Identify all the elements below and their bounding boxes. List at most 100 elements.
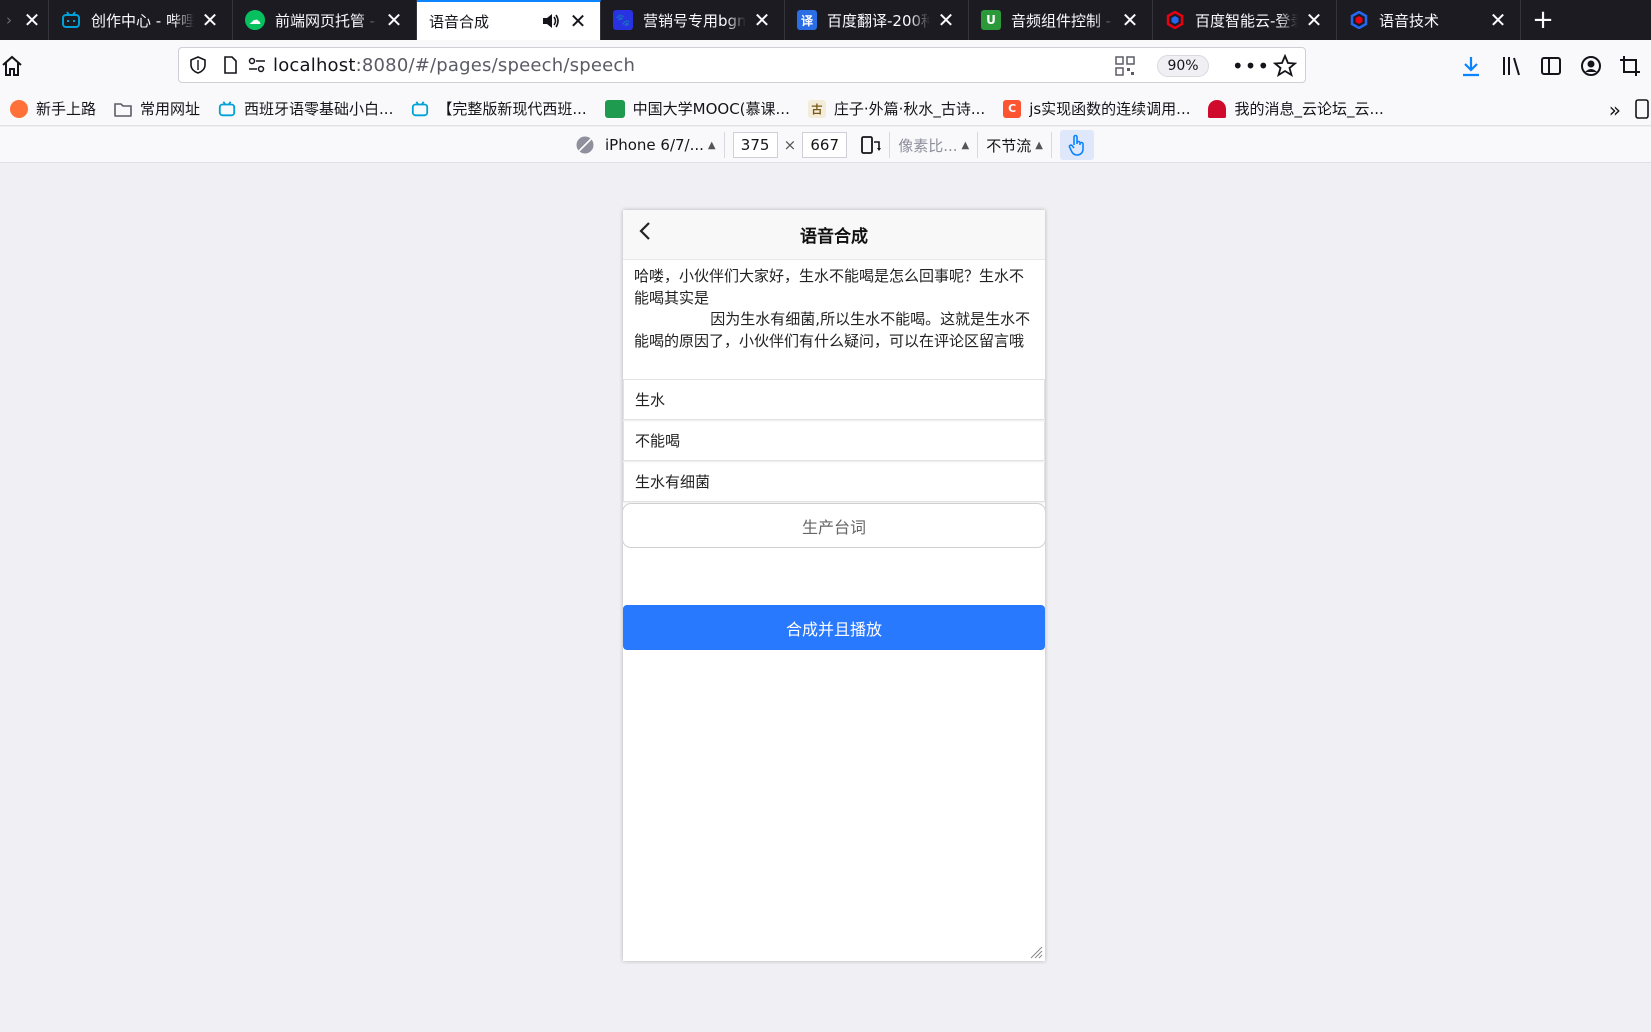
tab-bgm[interactable]: 🐾 营销号专用bgm ✕	[601, 0, 785, 40]
tab-label: 音频组件控制 - uni-app	[1011, 11, 1114, 30]
chevron-updown-icon: ▲	[961, 139, 970, 151]
huawei-icon	[1208, 99, 1227, 118]
qr-code-icon[interactable]	[1115, 56, 1135, 76]
bookmark-1[interactable]: 常用网址	[114, 98, 200, 119]
divider	[889, 132, 891, 158]
nav-bar: localhost:8080/#/pages/speech/speech 90%…	[0, 40, 1651, 92]
close-icon[interactable]: ✕	[568, 11, 588, 31]
bookmark-label: 西班牙语零基础小白...	[244, 100, 394, 118]
keyword-input-1[interactable]: 生水	[623, 380, 1045, 420]
folder-icon	[114, 102, 132, 117]
new-tab-button[interactable]: +	[1521, 0, 1565, 40]
script-text-area[interactable]: 哈喽，小伙伴们大家好，生水不能喝是怎么回事呢？生水不能喝其实是 因为生水有细菌,…	[623, 260, 1045, 380]
bookmark-7[interactable]: 我的消息_云论坛_云...	[1208, 98, 1384, 119]
tab-label: 语音技术	[1379, 11, 1440, 30]
tab-label: ›	[6, 11, 12, 29]
tab-label: 前端网页托管 - 云开发	[275, 11, 378, 30]
close-icon[interactable]: ✕	[1120, 10, 1140, 30]
url-host: localhost	[273, 54, 356, 76]
bookmark-label: 【完整版新现代西班...	[437, 100, 587, 118]
more-actions-icon[interactable]: •••	[1232, 54, 1269, 78]
tab-uniapp-audio[interactable]: U 音频组件控制 - uni-app ✕	[969, 0, 1153, 40]
download-icon[interactable]	[1459, 54, 1483, 78]
tab-label: 创作中心 - 哔哩哔哩	[91, 11, 194, 30]
url-bar[interactable]: localhost:8080/#/pages/speech/speech 90%…	[178, 47, 1306, 83]
cloud-icon: ☁	[245, 10, 265, 30]
bookmark-6[interactable]: C js实现函数的连续调用...	[1003, 98, 1190, 119]
tab-speech-active[interactable]: 语音合成 ✕	[417, 0, 601, 40]
sidebar-icon[interactable]	[1539, 54, 1563, 78]
tab-baidu-cloud-login[interactable]: 百度智能云-登录 ✕	[1153, 0, 1337, 40]
chevron-updown-icon: ▲	[1035, 139, 1043, 151]
close-icon[interactable]: ✕	[22, 10, 42, 30]
baidu-paw-icon: 🐾	[613, 10, 633, 30]
divider	[1050, 132, 1052, 158]
tab-bilibili[interactable]: 创作中心 - 哔哩哔哩 ✕	[49, 0, 233, 40]
screenshot-icon[interactable]	[1618, 54, 1642, 78]
library-icon[interactable]	[1500, 54, 1524, 78]
mobile-bookmarks-icon[interactable]	[1633, 98, 1651, 120]
network-throttle-selector[interactable]: 不节流	[986, 135, 1031, 156]
divider	[723, 132, 725, 158]
keyword-input-2[interactable]: 不能喝	[623, 421, 1045, 461]
device-frame: 语音合成 哈喽，小伙伴们大家好，生水不能喝是怎么回事呢？生水不能喝其实是 因为生…	[623, 210, 1045, 961]
tab-0[interactable]: › ✕	[0, 0, 49, 40]
bookmark-2[interactable]: 西班牙语零基础小白...	[218, 98, 393, 119]
close-icon[interactable]: ✕	[200, 10, 220, 30]
generate-script-button[interactable]: 生产台词	[623, 503, 1045, 548]
url-text[interactable]: localhost:8080/#/pages/speech/speech	[273, 55, 635, 76]
bookmark-0[interactable]: 新手上路	[10, 98, 96, 119]
home-icon[interactable]	[0, 54, 24, 78]
bookmark-label: 常用网址	[140, 100, 201, 118]
close-icon[interactable]: ✕	[1488, 10, 1508, 30]
device-pixel-ratio-selector[interactable]: 像素比...	[898, 135, 957, 156]
touch-simulation-toggle[interactable]	[1059, 130, 1094, 160]
chevron-double-right-icon[interactable]: »	[1609, 98, 1621, 122]
tab-strip: › ✕ 创作中心 - 哔哩哔哩 ✕ ☁ 前端网页托管 - 云开发 ✕ 语音合成 …	[0, 0, 1651, 40]
close-icon[interactable]: ✕	[384, 10, 404, 30]
tab-baidu-translate[interactable]: 译 百度翻译-200种语言 ✕	[785, 0, 969, 40]
bookmark-3[interactable]: 【完整版新现代西班...	[411, 98, 587, 119]
account-icon[interactable]	[1579, 54, 1603, 78]
speaker-icon[interactable]	[540, 11, 562, 31]
viewport-width-input[interactable]: 375	[732, 132, 778, 158]
mooc-icon	[604, 99, 625, 118]
uniapp-icon: U	[981, 10, 1001, 30]
bilibili-icon	[61, 10, 81, 30]
bookmark-label: 中国大学MOOC(慕课...	[632, 100, 790, 118]
bookmark-4[interactable]: 中国大学MOOC(慕课...	[604, 98, 790, 119]
chevron-updown-icon: ▲	[707, 139, 716, 151]
responsive-design-toolbar: iPhone 6/7/... ▲ 375 × 667 像素比... ▲ 不节流 …	[0, 127, 1651, 163]
page-icon[interactable]	[221, 56, 239, 74]
tab-label: 百度智能云-登录	[1195, 11, 1298, 30]
keyword-input-3[interactable]: 生水有细菌	[623, 462, 1045, 502]
device-selector[interactable]: iPhone 6/7/...	[605, 136, 704, 154]
synthesize-play-button[interactable]: 合成并且播放	[623, 605, 1045, 650]
close-icon[interactable]: ✕	[936, 10, 956, 30]
divider	[977, 132, 979, 158]
permissions-icon[interactable]	[247, 56, 267, 74]
baidu-cloud-icon	[1165, 10, 1185, 30]
bilibili-icon	[218, 100, 236, 116]
tab-label: 百度翻译-200种语言	[827, 11, 930, 30]
back-arrow-icon[interactable]	[635, 220, 657, 242]
touch-hand-icon	[1068, 134, 1084, 156]
gushi-icon: 古	[807, 99, 826, 118]
bookmark-label: 庄子·外篇·秋水_古诗...	[833, 100, 986, 118]
rotate-device-icon[interactable]	[859, 134, 882, 156]
zoom-level[interactable]: 90%	[1157, 55, 1209, 77]
firefox-icon	[10, 99, 28, 118]
close-icon[interactable]: ✕	[752, 10, 772, 30]
viewport-height-input[interactable]: 667	[802, 132, 848, 158]
shield-icon[interactable]	[189, 56, 207, 74]
bookmarks-bar: 新手上路 常用网址 西班牙语零基础小白... 【完整版新现代西班... 中国大学…	[0, 92, 1651, 126]
bookmark-5[interactable]: 古 庄子·外篇·秋水_古诗...	[807, 98, 986, 119]
bookmark-label: 我的消息_云论坛_云...	[1234, 100, 1384, 118]
close-icon[interactable]: ✕	[1304, 10, 1324, 30]
tab-speech-tech[interactable]: 语音技术 ✕	[1337, 0, 1521, 40]
bookmark-star-icon[interactable]	[1273, 54, 1297, 78]
resize-grip-icon[interactable]	[1029, 945, 1043, 959]
tab-cloud-hosting[interactable]: ☁ 前端网页托管 - 云开发 ✕	[233, 0, 417, 40]
url-path: :8080/#/pages/speech/speech	[355, 54, 636, 76]
user-agent-icon[interactable]	[575, 135, 595, 155]
